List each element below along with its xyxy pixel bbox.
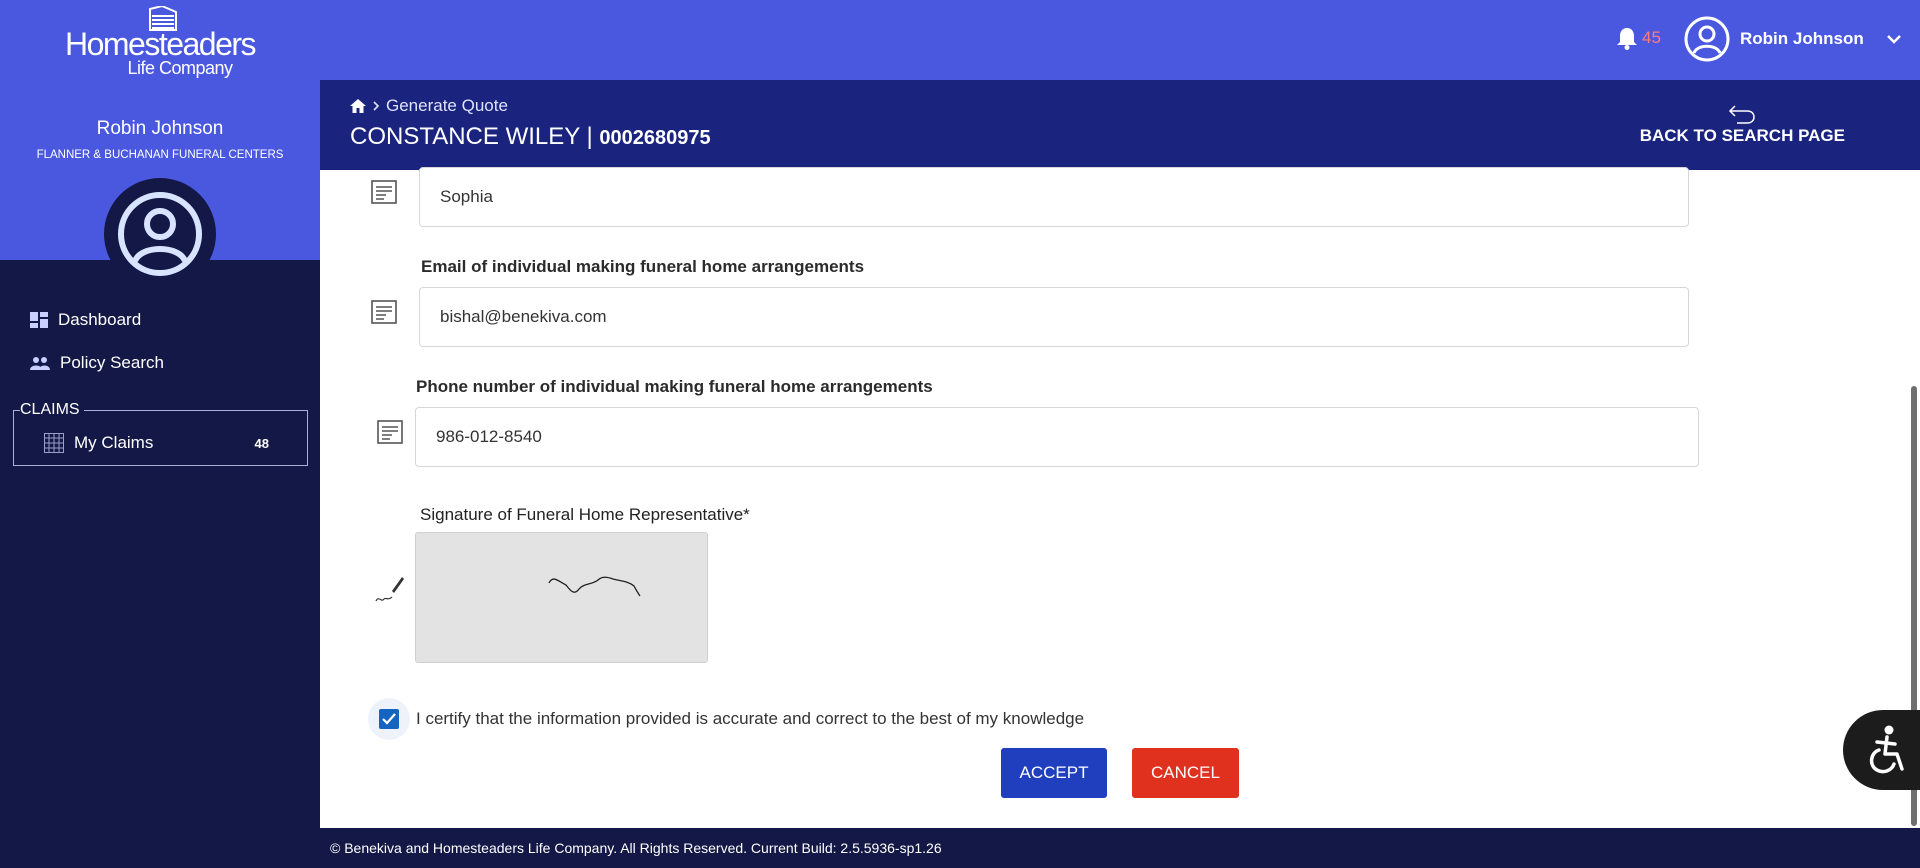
sidebar-item-label: Dashboard [58, 310, 142, 329]
topbar-user-name: Robin Johnson [1740, 29, 1864, 48]
notification-count: 45 [1642, 28, 1661, 47]
phone-field[interactable]: 986-012-8540 [415, 407, 1699, 467]
back-label: BACK TO SEARCH PAGE [1639, 126, 1845, 145]
company-logo[interactable]: Homesteaders Life Company [0, 6, 320, 78]
phone-label: Phone number of individual making funera… [416, 377, 933, 396]
home-icon[interactable] [350, 99, 366, 113]
first-name-field[interactable]: Sophia [419, 167, 1689, 227]
phone-value: 986-012-8540 [436, 427, 542, 446]
people-icon [30, 357, 50, 370]
user-avatar-icon [1684, 16, 1730, 62]
sidebar-item-dashboard[interactable]: Dashboard [30, 310, 141, 330]
certify-checkbox[interactable] [368, 698, 410, 740]
signature-pad[interactable] [415, 532, 708, 663]
claims-section: CLAIMS My Claims 48 [13, 401, 308, 466]
bell-icon [1617, 28, 1637, 50]
footer: © Benekiva and Homesteaders Life Company… [320, 828, 1920, 868]
sidebar-item-policy-search[interactable]: Policy Search [30, 353, 164, 373]
claims-count-badge: 48 [254, 436, 269, 451]
notifications-button[interactable]: 45 [1616, 26, 1661, 50]
signature-label: Signature of Funeral Home Representative… [420, 505, 750, 524]
breadcrumb: Generate Quote [350, 96, 508, 116]
sidebar-user-org: FLANNER & BUCHANAN FUNERAL CENTERS [36, 149, 284, 161]
accessibility-button[interactable] [1843, 710, 1920, 790]
back-to-search-button[interactable]: BACK TO SEARCH PAGE [1640, 102, 1845, 146]
breadcrumb-current[interactable]: Generate Quote [386, 96, 508, 116]
form-field-icon [377, 420, 403, 444]
policy-number: 0002680975 [599, 127, 711, 149]
user-avatar-icon [118, 192, 202, 276]
dashboard-icon [30, 312, 48, 328]
form-field-icon [371, 180, 397, 204]
footer-copyright: © Benekiva and Homesteaders Life Company… [330, 840, 942, 856]
email-field[interactable]: bishal@benekiva.com [419, 287, 1689, 347]
user-menu[interactable]: Robin Johnson [1684, 16, 1902, 62]
first-name-value: Sophia [440, 187, 493, 206]
logo-name: Homesteaders [64, 26, 257, 62]
policy-holder-name: CONSTANCE WILEY | [350, 123, 600, 150]
sidebar-item-my-claims[interactable]: My Claims [44, 433, 153, 453]
claims-heading: CLAIMS [20, 401, 84, 419]
check-icon [382, 713, 396, 725]
sidebar-item-label: Policy Search [60, 353, 164, 372]
cancel-button[interactable]: CANCEL [1132, 748, 1239, 798]
checkbox-checked [379, 709, 399, 729]
sidebar-item-label: My Claims [74, 433, 154, 452]
top-bar: 45 Robin Johnson [320, 0, 1920, 80]
chevron-right-icon [373, 101, 380, 111]
chevron-down-icon [1886, 35, 1901, 44]
certify-row: I certify that the information provided … [368, 698, 1084, 740]
email-value: bishal@benekiva.com [440, 307, 607, 326]
grid-table-icon [44, 433, 64, 453]
page-header: Generate Quote CONSTANCE WILEY | 0002680… [320, 80, 1920, 170]
sidebar-user-name: Robin Johnson [96, 118, 224, 139]
signature-drawing [548, 576, 641, 597]
wheelchair-accessibility-icon [1869, 725, 1904, 774]
email-label: Email of individual making funeral home … [421, 257, 865, 276]
accept-button[interactable]: ACCEPT [1001, 748, 1107, 798]
form-field-icon [371, 300, 397, 324]
return-arrow-icon [1729, 105, 1756, 124]
certify-text: I certify that the information provided … [416, 709, 1085, 728]
sidebar: Homesteaders Life Company Robin Johnson … [0, 0, 320, 868]
avatar [104, 178, 216, 290]
pen-signature-icon [375, 577, 404, 602]
page-title: CONSTANCE WILEY | 0002680975 [350, 123, 711, 151]
